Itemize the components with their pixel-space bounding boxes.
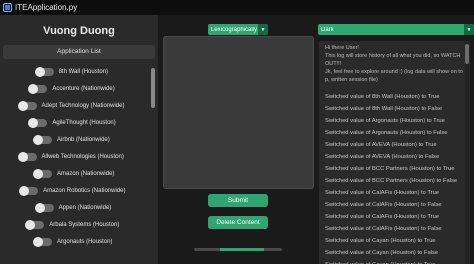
application-label: Allweb Technologies (Houston) [41, 153, 124, 160]
application-item[interactable]: Amazon Robotics (Nationwide) [0, 182, 150, 199]
progress-bar-fill [220, 248, 265, 251]
log-entry: Switched value of Argonauts (Houston) to… [325, 118, 445, 124]
log-entry: Switched value of 8th Wall (Houston) to … [325, 106, 443, 112]
log-intro-line: Hi there User! [325, 45, 359, 51]
application-item[interactable]: Allweb Technologies (Houston) [0, 148, 150, 165]
progress-bar [194, 248, 282, 251]
application-toggle[interactable] [34, 202, 54, 213]
log-intro: Hi there User! This log will store histor… [319, 41, 470, 86]
log-entry: Switched value of 8th Wall (Houston) to … [325, 94, 440, 100]
application-label: Arbala Systems (Houston) [49, 221, 120, 228]
application-item[interactable]: 8th Wall (Houston) [0, 63, 150, 80]
chevron-down-icon[interactable]: ▼ [258, 24, 268, 35]
theme-dropdown-value: Dark [321, 26, 334, 33]
application-item[interactable]: Appen (Nationwide) [0, 199, 150, 216]
sort-dropdown-value: Lexicographically [211, 26, 258, 33]
log-intro-line: Jk, feel free to explore around :) (log … [325, 69, 463, 75]
application-label: Airbnb (Nationwide) [57, 136, 110, 143]
application-toggle[interactable] [17, 100, 37, 111]
log-entry: Switched value of AVEVA (Houston) to Fal… [325, 154, 440, 160]
submit-button[interactable]: Submit [208, 194, 268, 207]
application-item[interactable]: Adept Technology (Nationwide) [0, 97, 150, 114]
application-toggle[interactable] [33, 236, 53, 247]
application-item[interactable]: AgileThought (Houston) [0, 114, 150, 131]
application-toggle[interactable] [33, 134, 53, 145]
toggle-knob [28, 83, 39, 94]
application-toggle[interactable] [28, 83, 48, 94]
toggle-knob [25, 219, 36, 230]
log-intro-line: OUT!!! [325, 61, 342, 67]
toggle-knob [33, 236, 44, 247]
log-entry: Switched value of CalAFis (Houston) to F… [325, 226, 442, 232]
application-item[interactable]: Airbnb (Nationwide) [0, 131, 150, 148]
log-entry: Switched value of Argonauts (Houston) to… [325, 130, 448, 136]
application-label: Appen (Nationwide) [58, 204, 112, 211]
log-entry: Switched value of CalAFis (Houston) to F… [325, 202, 442, 208]
toggle-knob [17, 100, 28, 111]
application-item[interactable]: Arbala Systems (Houston) [0, 216, 150, 233]
log-entries: Switched value of 8th Wall (Houston) to … [319, 91, 470, 264]
theme-dropdown[interactable]: Dark ▼ [318, 24, 474, 35]
content-textbox[interactable] [163, 36, 314, 189]
log-textbox[interactable]: Hi there User! This log will store histor… [319, 41, 470, 264]
toggle-knob [17, 151, 28, 162]
log-entry: Switched value of BCC Partners (Houston)… [325, 166, 455, 172]
application-label: Amazon (Nationwide) [57, 170, 115, 177]
log-entry: Switched value of CalAFis (Houston) to T… [325, 214, 440, 220]
application-list[interactable]: 8th Wall (Houston) Accenture (Nationwide)… [0, 63, 150, 264]
log-entry: Switched value of AVEVA (Houston) to Tru… [325, 142, 437, 148]
application-toggle[interactable] [17, 151, 37, 162]
sort-dropdown[interactable]: Lexicographically ▼ [208, 24, 268, 35]
toggle-knob [28, 117, 39, 128]
application-toggle[interactable] [19, 185, 39, 196]
application-label: 8th Wall (Houston) [58, 68, 109, 75]
window-title: ITEApplication.py [15, 3, 78, 12]
application-toggle[interactable] [34, 66, 54, 77]
log-entry: Switched value of CalAFis (Houston) to T… [325, 190, 440, 196]
application-item[interactable]: Amazon (Nationwide) [0, 165, 150, 182]
toggle-knob [34, 66, 45, 77]
log-intro-line: p, written session file) [325, 77, 378, 83]
chevron-down-icon[interactable]: ▼ [464, 24, 474, 35]
application-label: Adept Technology (Nationwide) [41, 102, 125, 109]
user-name: Vuong Duong [43, 25, 115, 37]
log-entry: Switched value of BCC Partners (Houston)… [325, 178, 458, 184]
log-entry: Switched value of Cayan (Houston) to Tru… [319, 259, 470, 264]
toggle-knob [19, 185, 30, 196]
application-label: Argonauts (Houston) [57, 238, 113, 245]
log-entry: Switched value of Cayan (Houston) to Fal… [325, 250, 439, 256]
toggle-knob [34, 202, 45, 213]
application-item[interactable]: Argonauts (Houston) [0, 233, 150, 250]
app-icon [3, 3, 12, 12]
toggle-knob [33, 134, 44, 145]
log-scrollbar[interactable] [465, 42, 469, 264]
sidebar: Vuong Duong Application List 8th Wall (H… [0, 15, 158, 264]
delete-content-button[interactable]: Delete Content [208, 216, 268, 229]
log-intro-line: This log will store history of all what … [325, 53, 461, 59]
application-item[interactable]: Accenture (Nationwide) [0, 80, 150, 97]
application-label: AgileThought (Houston) [52, 119, 116, 126]
application-toggle[interactable] [25, 219, 45, 230]
application-toggle[interactable] [28, 117, 48, 128]
application-label: Amazon Robotics (Nationwide) [43, 187, 126, 194]
window-titlebar: ITEApplication.py [0, 0, 474, 15]
toggle-knob [33, 168, 44, 179]
application-list-header: Application List [3, 45, 155, 59]
application-list-scrollbar[interactable] [151, 68, 155, 108]
log-entry: Switched value of Cayan (Houston) to Tru… [325, 238, 436, 244]
application-toggle[interactable] [33, 168, 53, 179]
application-label: Accenture (Nationwide) [52, 85, 115, 92]
